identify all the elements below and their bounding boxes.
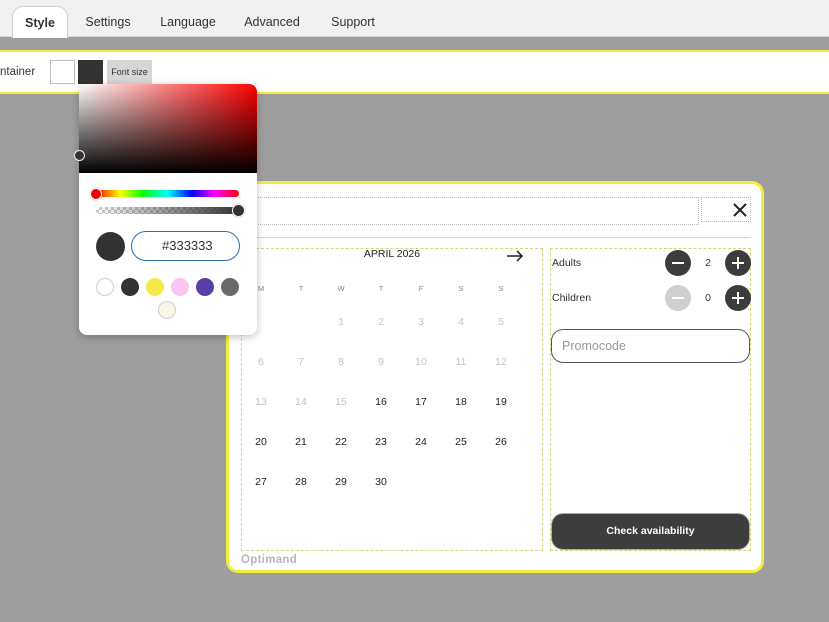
- text-color-swatch[interactable]: [78, 60, 103, 84]
- hue-slider[interactable]: [96, 190, 239, 197]
- calendar-day-disabled: 12: [495, 356, 507, 368]
- preset-color-swatch[interactable]: [146, 278, 164, 296]
- hue-slider-handle[interactable]: [90, 188, 102, 200]
- adults-increment-button[interactable]: [725, 250, 751, 276]
- weekday-label: F: [418, 284, 424, 293]
- calendar-day-disabled: 5: [498, 316, 504, 328]
- calendar-day[interactable]: 20: [249, 436, 273, 448]
- check-availability-button[interactable]: Check availability: [551, 513, 750, 550]
- preset-color-swatch[interactable]: [196, 278, 214, 296]
- preset-color-swatch[interactable]: [171, 278, 189, 296]
- calendar-day[interactable]: 27: [249, 476, 273, 488]
- calendar-day-disabled: 7: [298, 356, 304, 368]
- calendar-day-disabled: 4: [458, 316, 464, 328]
- calendar-day[interactable]: 21: [289, 436, 313, 448]
- calendar-day[interactable]: 17: [409, 396, 433, 408]
- color-picker-popover: #333333: [74, 84, 257, 335]
- preset-color-swatch[interactable]: [221, 278, 239, 296]
- calendar-day-disabled: 10: [415, 356, 427, 368]
- calendar-day[interactable]: 29: [329, 476, 353, 488]
- booking-widget-preview: APRIL 2026 Adults 2 Children 0 Promocode…: [226, 181, 764, 573]
- adults-count: 2: [705, 257, 711, 269]
- calendar-day-disabled: 1: [338, 316, 344, 328]
- preset-color-swatch[interactable]: [121, 278, 139, 296]
- tab-support[interactable]: Support: [325, 8, 381, 37]
- calendar-day[interactable]: 19: [489, 396, 513, 408]
- calendar-day[interactable]: 26: [489, 436, 513, 448]
- calendar-day[interactable]: 24: [409, 436, 433, 448]
- alpha-slider[interactable]: [96, 207, 239, 214]
- container-label: ntainer: [0, 66, 36, 78]
- weekday-label: T: [298, 284, 304, 293]
- calendar-day[interactable]: 18: [449, 396, 473, 408]
- calendar-day-disabled: 13: [255, 396, 267, 408]
- calendar-day-disabled: 15: [335, 396, 347, 408]
- calendar-day-disabled: 6: [258, 356, 264, 368]
- calendar-day-disabled: 9: [378, 356, 384, 368]
- calendar-day[interactable]: 22: [329, 436, 353, 448]
- calendar-day[interactable]: 23: [369, 436, 393, 448]
- calendar-day-disabled: 8: [338, 356, 344, 368]
- preset-color-swatch[interactable]: [96, 278, 114, 296]
- background-color-swatch[interactable]: [50, 60, 75, 84]
- calendar-day[interactable]: 30: [369, 476, 393, 488]
- children-increment-button[interactable]: [725, 285, 751, 311]
- arrow-right-icon: [507, 250, 524, 262]
- calendar-day[interactable]: 16: [369, 396, 393, 408]
- children-decrement-button[interactable]: [665, 285, 691, 311]
- calendar-day-disabled: 14: [295, 396, 307, 408]
- close-button[interactable]: [701, 197, 751, 222]
- tab-language[interactable]: Language: [156, 8, 220, 37]
- calendar-day[interactable]: 25: [449, 436, 473, 448]
- divider: [241, 237, 751, 238]
- brand-logo: Optimand: [241, 554, 298, 566]
- calendar-day-disabled: 2: [378, 316, 384, 328]
- font-size-button[interactable]: Font size: [107, 60, 152, 84]
- alpha-slider-handle[interactable]: [232, 204, 245, 217]
- header-field[interactable]: [241, 197, 699, 225]
- calendar-day[interactable]: 28: [289, 476, 313, 488]
- children-count: 0: [705, 292, 711, 304]
- weekday-label: T: [378, 284, 384, 293]
- saturation-area[interactable]: [79, 84, 257, 173]
- tab-bar: Style Settings Language Advanced Support: [0, 0, 829, 38]
- close-icon: [733, 203, 747, 217]
- color-preview: [96, 232, 125, 261]
- calendar-day-disabled: 3: [418, 316, 424, 328]
- adults-decrement-button[interactable]: [665, 250, 691, 276]
- next-month-button[interactable]: [506, 247, 524, 267]
- weekday-label: S: [498, 284, 504, 293]
- weekday-label: W: [337, 284, 345, 293]
- tab-advanced[interactable]: Advanced: [240, 8, 304, 37]
- preset-color-swatch[interactable]: [158, 301, 176, 319]
- tab-settings[interactable]: Settings: [80, 8, 136, 37]
- adults-label: Adults: [552, 257, 582, 269]
- calendar-day-disabled: 11: [455, 356, 467, 368]
- saturation-handle[interactable]: [74, 150, 85, 161]
- tab-style[interactable]: Style: [12, 6, 68, 38]
- weekday-label: S: [458, 284, 464, 293]
- hex-color-input[interactable]: #333333: [131, 231, 240, 261]
- promocode-input[interactable]: Promocode: [551, 329, 750, 363]
- children-label: Children: [552, 292, 592, 304]
